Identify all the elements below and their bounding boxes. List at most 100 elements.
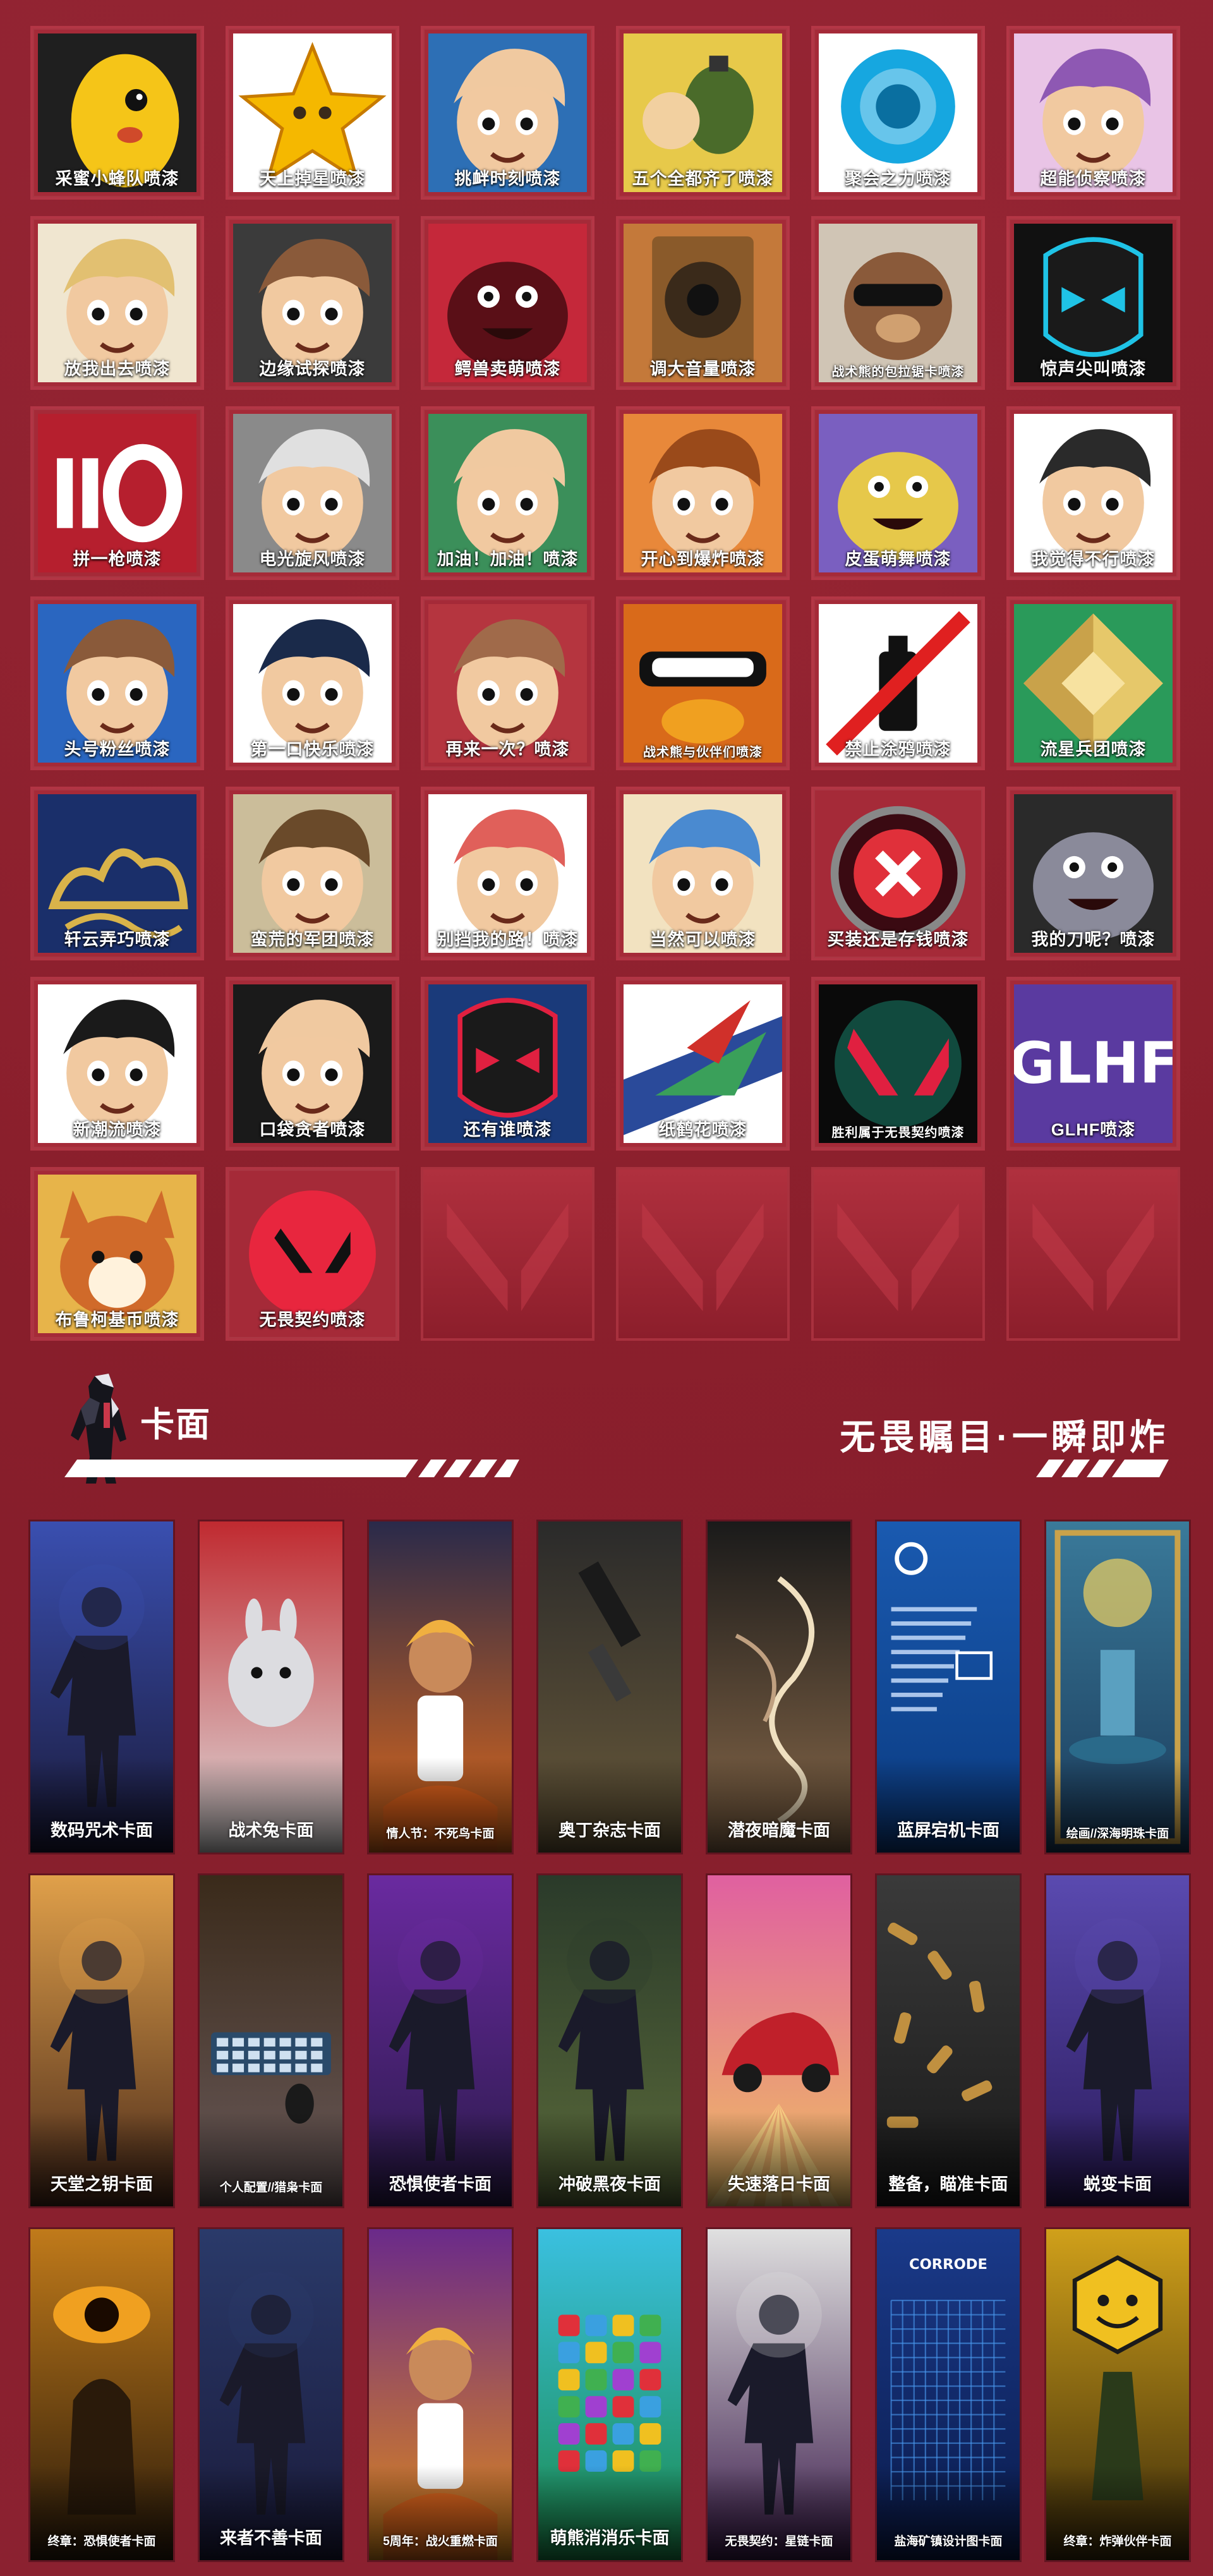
- player-card-tile[interactable]: CORRODE 盐海矿镇设计图卡面: [877, 2229, 1020, 2560]
- player-card-tile[interactable]: 绘画//深海明珠卡面: [1046, 1521, 1189, 1853]
- card-label: 萌熊消消乐卡面: [550, 2529, 670, 2548]
- spray-label: 布鲁柯基币喷漆: [55, 1310, 179, 1329]
- spray-label: 加油！加油！喷漆: [437, 550, 579, 569]
- spray-label: 第一口快乐喷漆: [250, 740, 375, 759]
- player-card-tile[interactable]: 萌熊消消乐卡面: [538, 2229, 681, 2560]
- card-label: 盐海矿镇设计图卡面: [894, 2535, 1003, 2548]
- section-title: 卡面: [140, 1406, 211, 1444]
- player-card-tile[interactable]: 5周年：战火重燃卡面: [369, 2229, 512, 2560]
- duck-icon: [624, 604, 782, 763]
- spray-tile[interactable]: 胜利属于无畏契约喷漆: [814, 979, 982, 1148]
- spray-tile[interactable]: 放我出去喷漆: [33, 219, 202, 387]
- card-label: 冲破黑夜卡面: [558, 2175, 661, 2194]
- spray-tile[interactable]: 天上掉星喷漆: [228, 28, 397, 197]
- spray-label: 惊声尖叫喷漆: [1040, 360, 1147, 378]
- card-label: 潜夜暗魔卡面: [728, 1821, 830, 1840]
- valorant-watermark-icon: [1032, 1203, 1154, 1312]
- player-card-tile[interactable]: 整备，瞄准卡面: [877, 1875, 1020, 2206]
- spray-label: 战术熊的包拉锯卡喷漆: [831, 365, 965, 379]
- player-card-tile[interactable]: 冲破黑夜卡面: [538, 1875, 681, 2206]
- spray-tile[interactable]: 别挡我的路！喷漆: [423, 789, 592, 958]
- spray-tile[interactable]: 再来一次？喷漆: [423, 599, 592, 768]
- player-card-tile[interactable]: 奥丁杂志卡面: [538, 1521, 681, 1853]
- player-card-tile[interactable]: 失速落日卡面: [708, 1875, 850, 2206]
- spray-tile[interactable]: 我觉得不行喷漆: [1009, 409, 1178, 577]
- player-card-tile[interactable]: 个人配置//猎枭卡面: [200, 1875, 342, 2206]
- empty-spray-slot: [423, 1170, 592, 1338]
- spray-tile[interactable]: 新潮流喷漆: [33, 979, 202, 1148]
- player-card-tile[interactable]: 终章：恐惧使者卡面: [30, 2229, 173, 2560]
- bear-icon: [819, 224, 977, 382]
- spray-label: 拼一枪喷漆: [73, 550, 162, 569]
- player-card-tile[interactable]: 天堂之钥卡面: [30, 1875, 173, 2206]
- spray-tile[interactable]: 战术熊的包拉锯卡喷漆: [814, 219, 982, 387]
- spray-label: 我觉得不行喷漆: [1031, 550, 1156, 569]
- spray-label: 调大音量喷漆: [649, 360, 756, 378]
- spray-tile[interactable]: 采蜜小蜂队喷漆: [33, 28, 202, 197]
- spray-label: 我的刀呢？喷漆: [1031, 930, 1156, 949]
- spray-tile[interactable]: GLHF GLHF喷漆: [1009, 979, 1178, 1148]
- title-underline-bar: [64, 1460, 519, 1477]
- spray-label: 聚会之力喷漆: [845, 169, 951, 188]
- spray-tile[interactable]: 调大音量喷漆: [619, 219, 787, 387]
- spray-label: 蛮荒的军团喷漆: [250, 930, 375, 949]
- spray-label: 采蜜小蜂队喷漆: [55, 169, 179, 188]
- spray-tile[interactable]: 布鲁柯基币喷漆: [33, 1170, 202, 1338]
- spray-tile[interactable]: 皮蛋萌舞喷漆: [814, 409, 982, 577]
- player-card-tile[interactable]: 终章：炸弹伙伴卡面: [1046, 2229, 1189, 2560]
- spray-tile[interactable]: 鳄兽卖萌喷漆: [423, 219, 592, 387]
- player-card-tile[interactable]: 蜕变卡面: [1046, 1875, 1189, 2206]
- spray-tile[interactable]: 头号粉丝喷漆: [33, 599, 202, 768]
- player-card-tile[interactable]: 恐惧使者卡面: [369, 1875, 512, 2206]
- spray-tile[interactable]: 加油！加油！喷漆: [423, 409, 592, 577]
- spray-tile[interactable]: 挑衅时刻喷漆: [423, 28, 592, 197]
- spray-tile[interactable]: 买装还是存钱喷漆: [814, 789, 982, 958]
- spray-label: 口袋贪者喷漆: [259, 1120, 366, 1139]
- spray-tile[interactable]: 超能侦察喷漆: [1009, 28, 1178, 197]
- spray-label: 皮蛋萌舞喷漆: [845, 550, 951, 569]
- spray-tile[interactable]: 当然可以喷漆: [619, 789, 787, 958]
- card-label: 无畏契约：星链卡面: [725, 2535, 833, 2548]
- spray-tile[interactable]: 口袋贪者喷漆: [228, 979, 397, 1148]
- spray-tile[interactable]: 第一口快乐喷漆: [228, 599, 397, 768]
- card-label: 个人配置//猎枭卡面: [219, 2181, 323, 2194]
- player-card-tile[interactable]: 来者不善卡面: [200, 2229, 342, 2560]
- svg-text:CORRODE: CORRODE: [909, 2256, 987, 2273]
- spray-label: GLHF喷漆: [1051, 1120, 1136, 1139]
- spray-label: 禁止涂鸦喷漆: [845, 740, 951, 759]
- spray-tile[interactable]: 轩云弄巧喷漆: [33, 789, 202, 958]
- spray-tile[interactable]: 禁止涂鸦喷漆: [814, 599, 982, 768]
- spray-tile[interactable]: 蛮荒的军团喷漆: [228, 789, 397, 958]
- spray-tile[interactable]: 战术熊与伙伴们喷漆: [619, 599, 787, 768]
- player-card-tile[interactable]: 情人节：不死鸟卡面: [369, 1521, 512, 1853]
- spray-label: 纸鹤花喷漆: [658, 1120, 747, 1139]
- empty-spray-slot: [619, 1170, 787, 1338]
- valorant-watermark-icon: [642, 1203, 764, 1312]
- spray-tile[interactable]: 我的刀呢？喷漆: [1009, 789, 1178, 958]
- card-label: 天堂之钥卡面: [51, 2175, 153, 2194]
- spray-tile[interactable]: 电光旋风喷漆: [228, 409, 397, 577]
- spray-tile[interactable]: 拼一枪喷漆: [33, 409, 202, 577]
- spray-tile[interactable]: 还有谁喷漆: [423, 979, 592, 1148]
- spray-tile[interactable]: 聚会之力喷漆: [814, 28, 982, 197]
- spray-tile[interactable]: 惊声尖叫喷漆: [1009, 219, 1178, 387]
- spray-tile[interactable]: 流星兵团喷漆: [1009, 599, 1178, 768]
- spray-tile[interactable]: 五个全都齐了喷漆: [619, 28, 787, 197]
- player-card-tile[interactable]: 战术兔卡面: [200, 1521, 342, 1853]
- card-label: 奥丁杂志卡面: [558, 1821, 661, 1840]
- spray-label: 挑衅时刻喷漆: [454, 169, 561, 188]
- spray-label: 放我出去喷漆: [64, 360, 171, 378]
- card-label: 终章：炸弹伙伴卡面: [1063, 2535, 1172, 2548]
- player-card-tile[interactable]: 数码咒术卡面: [30, 1521, 173, 1853]
- player-card-tile[interactable]: 无畏契约：星链卡面: [708, 2229, 850, 2560]
- card-label: 整备，瞄准卡面: [888, 2175, 1008, 2194]
- spray-tile[interactable]: 纸鹤花喷漆: [619, 979, 787, 1148]
- card-label: 蓝屏宕机卡面: [897, 1821, 999, 1840]
- spray-tile[interactable]: 无畏契约喷漆: [228, 1170, 397, 1338]
- spray-tile[interactable]: 边缘试探喷漆: [228, 219, 397, 387]
- spray-label: 边缘试探喷漆: [259, 360, 366, 378]
- player-card-tile[interactable]: 潜夜暗魔卡面: [708, 1521, 850, 1853]
- spray-tile[interactable]: 开心到爆炸喷漆: [619, 409, 787, 577]
- card-label: 蜕变卡面: [1083, 2175, 1152, 2194]
- player-card-tile[interactable]: 蓝屏宕机卡面: [877, 1521, 1020, 1853]
